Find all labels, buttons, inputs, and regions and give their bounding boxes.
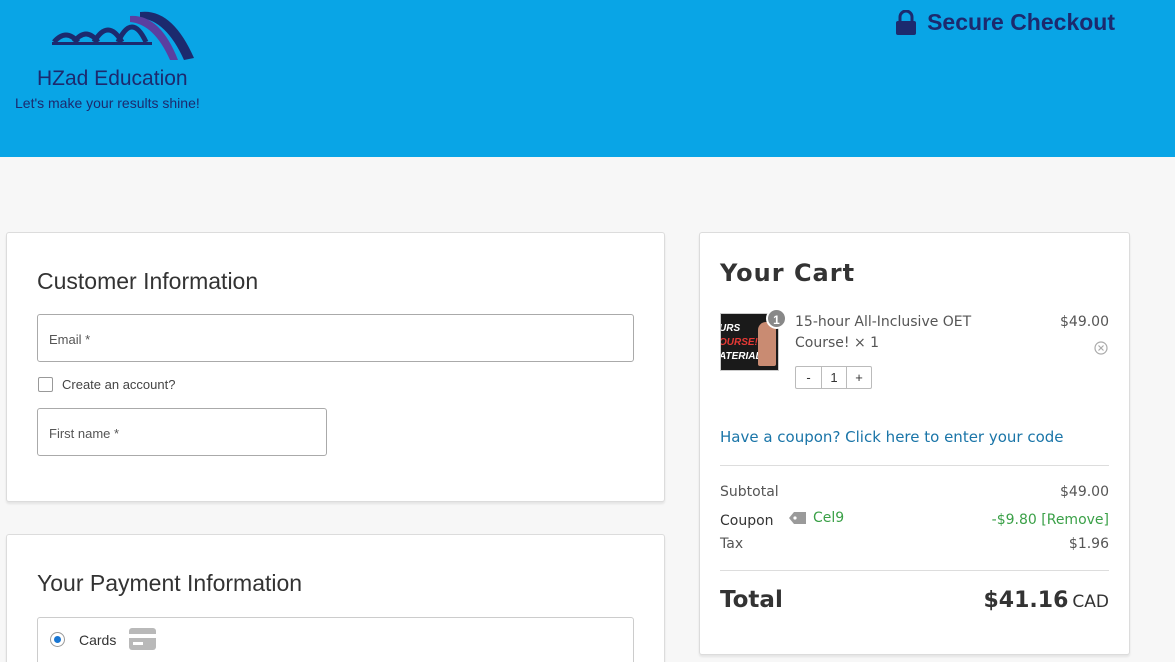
qty-value[interactable]: 1: [821, 367, 846, 388]
brand-tagline: Let's make your results shine!: [15, 95, 200, 111]
create-account-label: Create an account?: [62, 377, 176, 392]
email-field[interactable]: Email *: [37, 314, 634, 362]
cards-radio[interactable]: [50, 632, 65, 647]
payment-method-cards[interactable]: Cards: [37, 617, 634, 662]
secure-checkout: Secure Checkout: [895, 9, 1115, 36]
customer-information-section: Customer Information Email * Create an a…: [6, 232, 665, 502]
tax-label: Tax: [720, 536, 744, 552]
total-row: Total $41.16 CAD: [720, 587, 1109, 613]
cards-label: Cards: [79, 632, 117, 648]
coupon-label: Coupon: [720, 513, 774, 529]
subtotal-value: $49.00: [1060, 484, 1109, 500]
thumb-text-2: OURSE!: [720, 337, 758, 348]
cart-title: Your Cart: [720, 259, 856, 287]
total-value: $41.16: [983, 588, 1069, 613]
coupon-link[interactable]: Have a coupon? Click here to enter your …: [720, 428, 1064, 446]
brand-name: HZad Education: [37, 67, 188, 90]
coupon-code: Cel9: [813, 510, 845, 526]
coupon-discount-remove[interactable]: -$9.80 [Remove]: [992, 512, 1109, 528]
lock-icon: [896, 9, 917, 35]
payment-information-title: Your Payment Information: [37, 570, 303, 596]
total-label: Total: [720, 587, 783, 613]
subtotal-row: Subtotal $49.00: [720, 484, 1109, 500]
coupon-row: Coupon Cel9 -$9.80 [Remove]: [720, 510, 1109, 529]
divider: [720, 570, 1109, 571]
qty-increase-button[interactable]: +: [846, 367, 871, 388]
coupon-code-tag: Cel9: [788, 510, 844, 526]
remove-item-icon[interactable]: [1094, 341, 1108, 355]
divider: [720, 465, 1109, 466]
first-name-label: First name *: [49, 426, 120, 441]
checkbox-box[interactable]: [38, 377, 53, 392]
brand-logo[interactable]: HZad Education Let's make your results s…: [14, 8, 234, 118]
credit-card-icon: [129, 628, 156, 650]
thumb-text-1: URS: [720, 323, 741, 334]
create-account-checkbox[interactable]: Create an account?: [38, 377, 175, 392]
cart-section: Your Cart URS OURSE! ATERIALS! 1 15-hour…: [699, 232, 1130, 655]
bridge-logo-icon: [52, 11, 194, 61]
quantity-stepper: - 1 +: [795, 366, 872, 389]
subtotal-label: Subtotal: [720, 484, 779, 500]
qty-decrease-button[interactable]: -: [796, 367, 821, 388]
tag-icon: [789, 512, 806, 524]
email-label: Email *: [49, 332, 91, 347]
first-name-field[interactable]: First name *: [37, 408, 327, 456]
product-name: 15-hour All-Inclusive OET Course! × 1: [795, 314, 972, 351]
tax-value: $1.96: [1068, 536, 1109, 552]
site-header: HZad Education Let's make your results s…: [0, 0, 1175, 157]
quantity-badge: 1: [766, 308, 787, 329]
secure-checkout-label: Secure Checkout: [927, 9, 1115, 35]
product-price: $49.00: [1060, 314, 1109, 330]
customer-information-title: Customer Information: [37, 268, 259, 294]
total-currency: CAD: [1072, 592, 1109, 612]
payment-information-section: Your Payment Information Cards: [6, 534, 665, 662]
tax-row: Tax $1.96: [720, 536, 1109, 552]
